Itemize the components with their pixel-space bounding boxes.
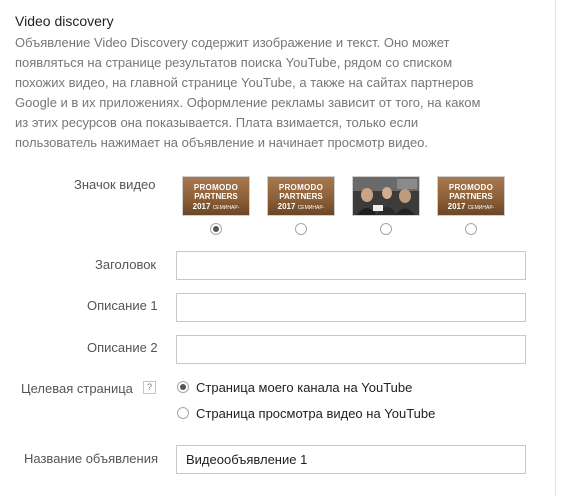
thumbnail-label: Значок видео xyxy=(74,177,156,192)
audience-photo-image xyxy=(353,177,419,215)
description1-label: Описание 1 xyxy=(87,298,158,313)
thumb-text-partners: PARTNERS xyxy=(279,192,323,201)
section-description: Объявление Video Discovery содержит изоб… xyxy=(15,33,535,153)
landing-option-channel-radio[interactable] xyxy=(177,381,189,393)
thumb-text-promodo: PROMODO xyxy=(193,183,239,192)
description-line: из этих ресурсов она показывается. Плата… xyxy=(15,115,419,130)
headline-label: Заголовок xyxy=(95,257,157,272)
thumb-text-year: 2017 СЕМИНАР-ПРАКТИКУМ xyxy=(447,202,495,211)
description1-input[interactable] xyxy=(176,293,526,322)
thumbnail-radio-2[interactable] xyxy=(295,223,307,235)
panel-divider xyxy=(555,0,556,496)
description2-label: Описание 2 xyxy=(87,340,158,355)
description-line: Google и в их приложениях. Оформление ре… xyxy=(15,95,481,110)
thumbnail-option-3[interactable] xyxy=(352,176,420,216)
thumbnail-radio-3[interactable] xyxy=(380,223,392,235)
description-line: Объявление Video Discovery содержит изоб… xyxy=(15,35,450,50)
thumb-text-year: 2017 СЕМИНАР-ПРАКТИКУМ xyxy=(277,202,325,211)
help-icon[interactable]: ? xyxy=(143,381,156,394)
thumbnail-radio-4[interactable] xyxy=(465,223,477,235)
landing-option-channel-label[interactable]: Страница моего канала на YouTube xyxy=(196,380,412,395)
thumb-text-partners: PARTNERS xyxy=(449,192,493,201)
thumbnail-option-4[interactable]: PROMODO PARTNERS 2017 СЕМИНАР-ПРАКТИКУМ xyxy=(437,176,505,216)
description-line: пользователь нажимает на объявление и на… xyxy=(15,135,429,150)
landing-page-label: Целевая страница xyxy=(21,381,133,396)
ad-name-label: Название объявления xyxy=(24,451,159,466)
section-title: Video discovery xyxy=(15,13,114,29)
thumb-text-partners: PARTNERS xyxy=(194,192,238,201)
description-line: похожих видео, на главной странице YouTu… xyxy=(15,75,474,90)
description-line: появляться на странице результатов поиск… xyxy=(15,55,453,70)
thumbnail-option-2[interactable]: PROMODO PARTNERS 2017 СЕМИНАР-ПРАКТИКУМ xyxy=(267,176,335,216)
ad-name-input[interactable] xyxy=(176,445,526,474)
thumbnail-option-1[interactable]: PROMODO PARTNERS 2017 СЕМИНАР-ПРАКТИКУМ xyxy=(182,176,250,216)
thumb-text-year: 2017 СЕМИНАР-ПРАКТИКУМ xyxy=(192,202,240,211)
description2-input[interactable] xyxy=(176,335,526,364)
thumb-text-promodo: PROMODO xyxy=(278,183,324,192)
thumbnail-radio-1[interactable] xyxy=(210,223,222,235)
thumb-text-promodo: PROMODO xyxy=(448,183,494,192)
landing-option-video-radio[interactable] xyxy=(177,407,189,419)
landing-option-video-label[interactable]: Страница просмотра видео на YouTube xyxy=(196,406,435,421)
headline-input[interactable] xyxy=(176,251,526,280)
